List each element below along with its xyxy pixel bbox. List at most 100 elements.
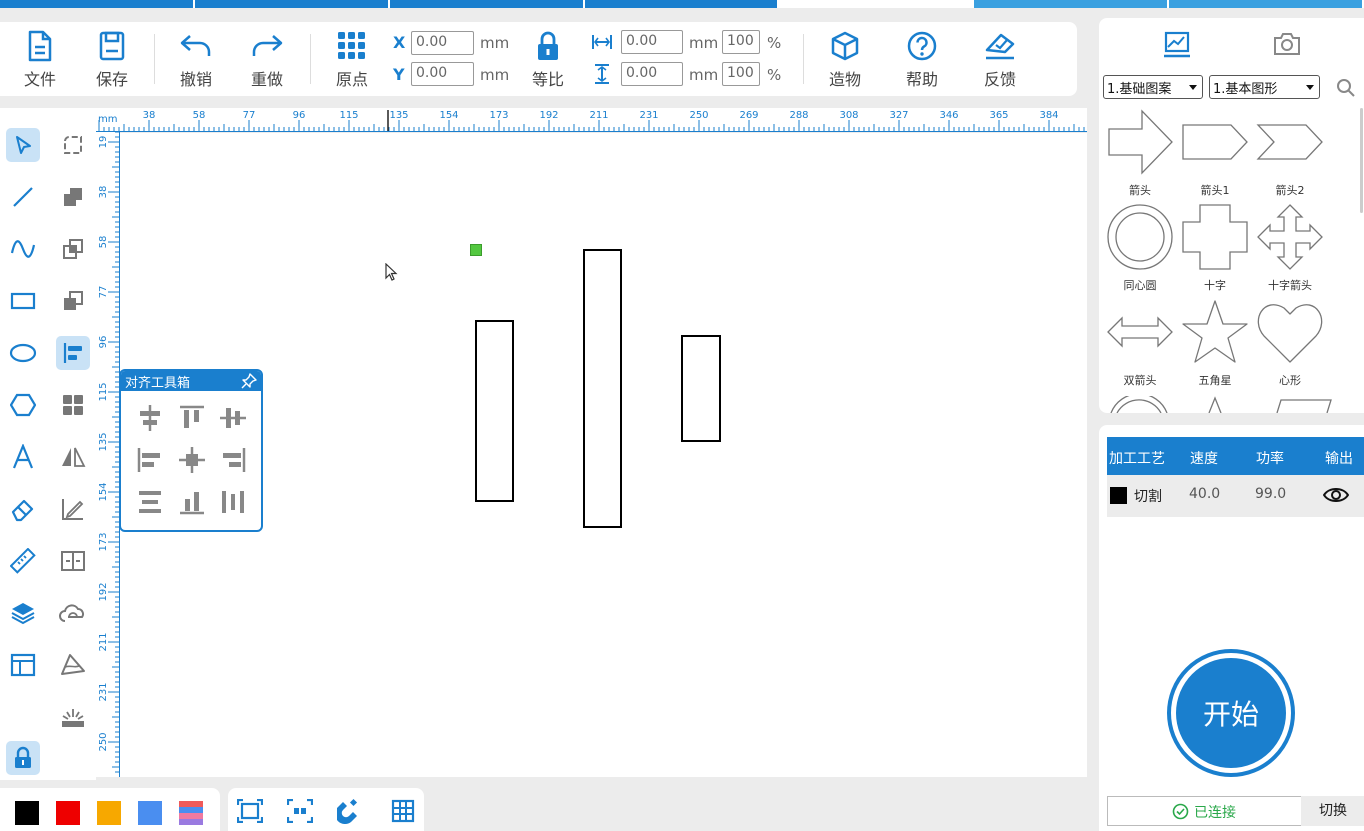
align-center-button[interactable] [177, 445, 207, 475]
pin-icon[interactable] [241, 373, 257, 389]
shape-arrow[interactable]: 箭头 [1105, 108, 1175, 198]
fit-view-button[interactable] [235, 798, 265, 824]
color-swatch-bar [0, 788, 220, 831]
measure-tool[interactable] [6, 544, 40, 578]
path-tool[interactable] [56, 648, 90, 682]
align-bottom-button[interactable] [177, 487, 207, 517]
search-icon[interactable] [1336, 78, 1356, 98]
height-percent-input[interactable]: 100 [722, 62, 760, 86]
shape-star[interactable]: 五角星 [1180, 298, 1250, 388]
text-tool[interactable] [6, 440, 40, 474]
start-label: 开始 [1176, 658, 1286, 768]
focus-selection-button[interactable] [285, 798, 315, 824]
subcategory-dropdown[interactable]: 1.基本图形 [1209, 75, 1320, 99]
align-right-button[interactable] [218, 445, 248, 475]
distribute-horizontal-button[interactable] [218, 487, 248, 517]
node-edit-tool[interactable] [56, 128, 90, 162]
build-button[interactable]: 造物 [815, 30, 875, 90]
x-input[interactable]: 0.00 [411, 31, 474, 55]
redo-button[interactable]: 重做 [237, 30, 297, 90]
cloud-trace-icon [59, 604, 84, 622]
grid-tool[interactable] [56, 388, 90, 422]
swatch-orange[interactable] [97, 801, 121, 825]
chevron-arrow-icon [1256, 124, 1323, 160]
process-row-cut[interactable]: 切割 40.0 99.0 [1107, 475, 1364, 517]
ruler-label: 211 [98, 632, 109, 651]
canvas-rectangle[interactable] [583, 249, 622, 528]
ruler-label: 173 [98, 532, 109, 551]
width-percent-input[interactable]: 100 [722, 30, 760, 54]
align-tool[interactable] [56, 336, 90, 370]
switch-button[interactable]: 切换 [1301, 796, 1364, 826]
height-input[interactable]: 0.00 [621, 62, 683, 86]
align-top-button[interactable] [177, 403, 207, 433]
origin-button[interactable]: 原点 [322, 30, 382, 90]
canvas-rectangle[interactable] [475, 320, 514, 502]
shape-cross[interactable]: 十字 [1180, 203, 1250, 293]
shape-arrow-2[interactable]: 箭头2 [1255, 108, 1325, 198]
rectangle-tool[interactable] [6, 284, 40, 318]
shape-double-arrow[interactable]: 双箭头 [1105, 298, 1175, 388]
text-a-icon [12, 444, 34, 469]
canvas-rectangle[interactable] [681, 335, 721, 442]
array-tool[interactable] [56, 284, 90, 318]
align-left-button[interactable] [135, 445, 165, 475]
ruler-label: 365 [989, 110, 1008, 121]
width-input[interactable]: 0.00 [621, 30, 683, 54]
select-tool[interactable] [6, 128, 40, 162]
ruler-label: 115 [98, 382, 109, 401]
start-button[interactable]: 开始 [1167, 649, 1295, 777]
combine-tool[interactable] [56, 180, 90, 214]
polygon-tool[interactable] [6, 388, 40, 422]
shape-label: 同心圆 [1123, 279, 1157, 292]
draw-edit-tool[interactable] [56, 492, 90, 526]
proportional-lock-button[interactable]: 等比 [518, 30, 578, 90]
split-tool[interactable] [56, 544, 90, 578]
double-arrow-icon [1107, 316, 1173, 348]
shape-arrow-1[interactable]: 箭头1 [1180, 108, 1250, 198]
ellipse-tool[interactable] [6, 336, 40, 370]
align-center-horizontal-button[interactable] [135, 403, 165, 433]
shape-concentric-circles[interactable]: 同心圆 [1105, 203, 1175, 293]
origin-marker[interactable] [470, 244, 482, 256]
laser-tool[interactable] [56, 700, 90, 734]
file-button[interactable]: 文件 [10, 30, 70, 90]
magnet-snap-button[interactable] [335, 798, 365, 824]
trace-tool[interactable] [56, 596, 90, 630]
shape-cross-arrows[interactable]: 十字箭头 [1255, 203, 1325, 293]
swatch-black[interactable] [15, 801, 39, 825]
copy-tool[interactable] [56, 232, 90, 266]
line-tool[interactable] [6, 180, 40, 214]
shape-list-scrollbar[interactable] [1360, 108, 1363, 213]
layers-tool[interactable] [6, 596, 40, 630]
shape-heart[interactable]: 心形 [1255, 298, 1325, 388]
drawing-canvas[interactable] [120, 133, 1087, 777]
distribute-vertical-button[interactable] [135, 487, 165, 517]
category-dropdown[interactable]: 1.基础图案 [1103, 75, 1203, 99]
tab-camera[interactable] [1267, 26, 1307, 62]
lock-tool[interactable] [6, 741, 40, 775]
y-input[interactable]: 0.00 [411, 62, 474, 86]
feedback-button[interactable]: 反馈 [970, 30, 1030, 90]
swatch-multicolor[interactable] [179, 801, 203, 825]
category-dropdown-value: 1.基础图案 [1107, 82, 1172, 97]
feedback-label: 反馈 [983, 70, 1016, 89]
save-button[interactable]: 保存 [82, 30, 142, 90]
align-left-icon [63, 343, 82, 363]
undo-button[interactable]: 撤销 [166, 30, 226, 90]
grid-toggle-button[interactable] [388, 798, 418, 824]
align-center-icon [179, 447, 205, 473]
align-toolbox-header[interactable]: 对齐工具箱 [121, 371, 261, 391]
swatch-blue[interactable] [138, 801, 162, 825]
tab-image-library[interactable] [1157, 26, 1197, 62]
y-unit: mm [480, 66, 510, 84]
align-center-vertical-button[interactable] [218, 403, 248, 433]
top-tab-strip [0, 0, 1364, 8]
layout-tool[interactable] [6, 648, 40, 682]
eraser-tool[interactable] [6, 492, 40, 526]
eye-icon[interactable] [1323, 486, 1349, 504]
help-button[interactable]: 帮助 [892, 30, 952, 90]
curve-tool[interactable] [6, 232, 40, 266]
swatch-red[interactable] [56, 801, 80, 825]
mirror-tool[interactable] [56, 440, 90, 474]
